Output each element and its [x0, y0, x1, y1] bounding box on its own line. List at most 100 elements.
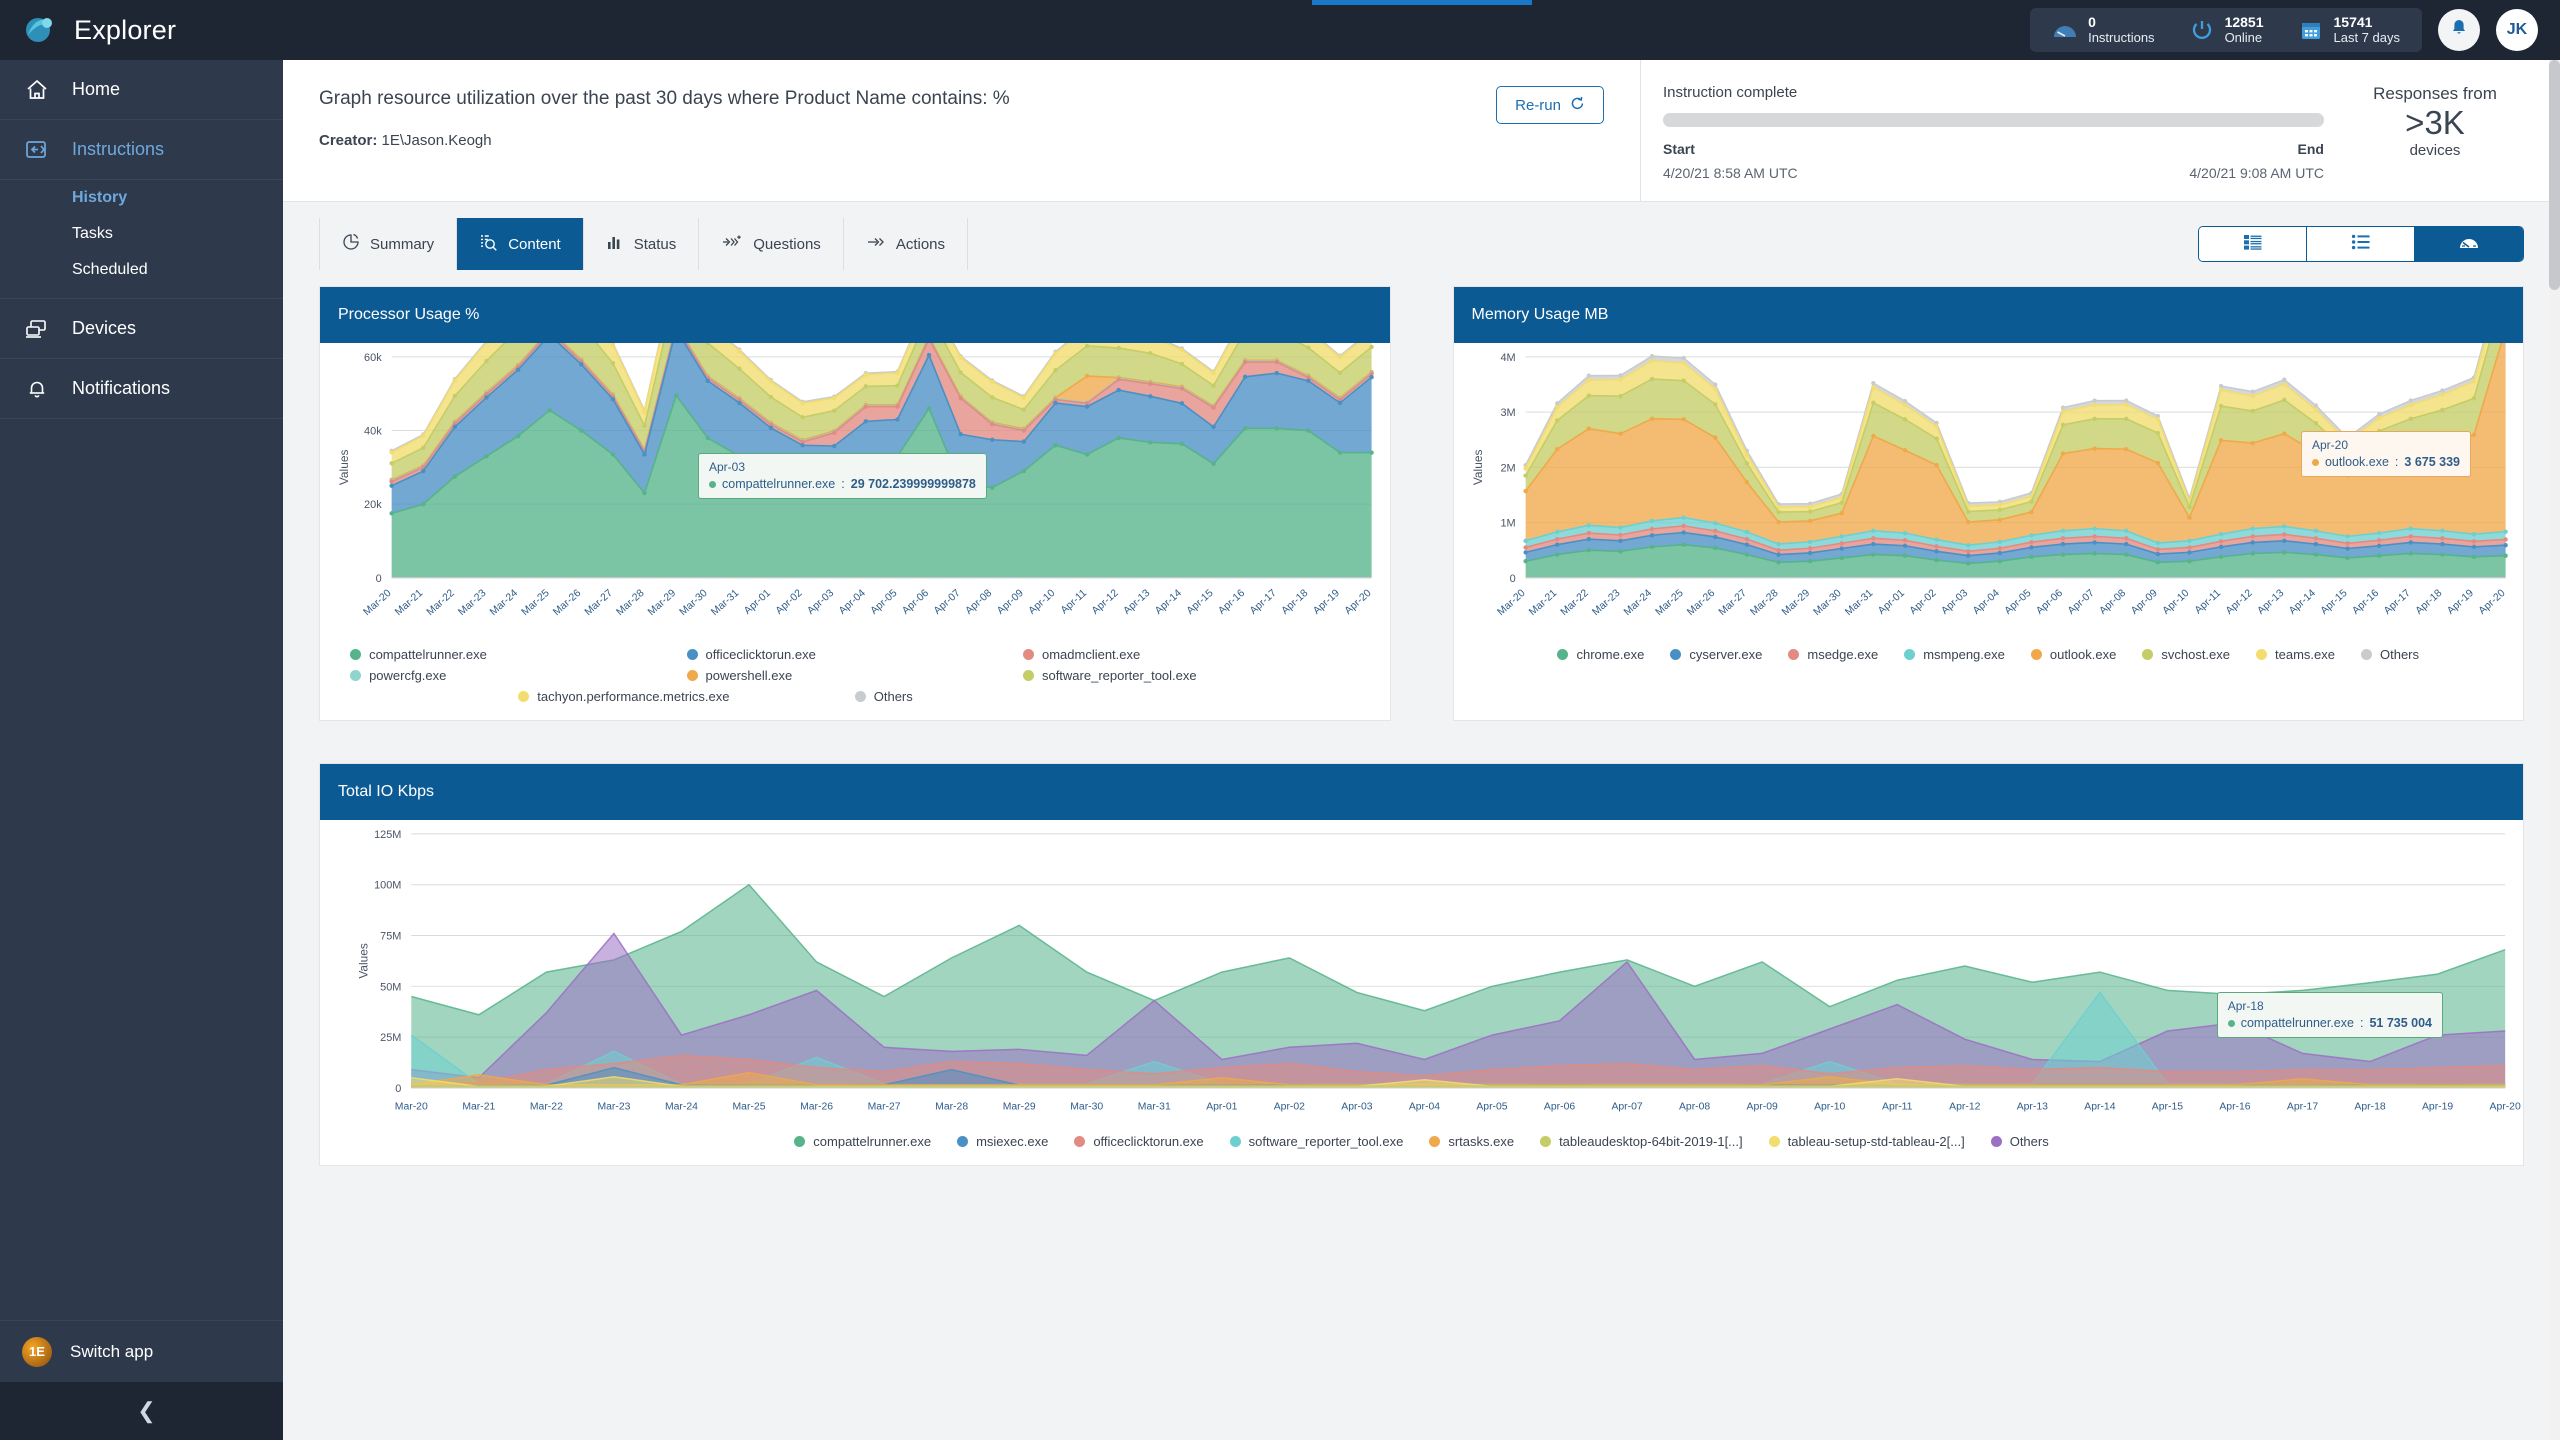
svg-text:Apr-04: Apr-04: [837, 588, 868, 617]
svg-text:Apr-15: Apr-15: [2318, 588, 2349, 617]
sidebar-collapse-button[interactable]: ❮: [0, 1382, 283, 1440]
stat-online[interactable]: 12851 Online: [2189, 14, 2264, 45]
legend-label: tableau-setup-std-tableau-2[...]: [1787, 1134, 1965, 1150]
legend-item[interactable]: srtasks.exe: [1429, 1134, 1514, 1149]
top-progress-indicator: [1311, 0, 1532, 5]
svg-text:Apr-06: Apr-06: [2034, 588, 2065, 617]
legend-color-dot: [518, 691, 530, 703]
svg-text:Mar-29: Mar-29: [646, 588, 678, 618]
svg-text:Mar-29: Mar-29: [1003, 1102, 1036, 1113]
legend-item[interactable]: compattelrunner.exe: [350, 647, 686, 662]
actions-arrows-icon: [866, 233, 886, 255]
stat-last7days[interactable]: 15741 Last 7 days: [2298, 14, 2401, 45]
legend-item[interactable]: Others: [2361, 647, 2419, 662]
legend-item[interactable]: Others: [854, 689, 1191, 704]
stat-caption: Online: [2224, 29, 2263, 45]
svg-text:Apr-04: Apr-04: [1409, 1102, 1440, 1113]
svg-text:Apr-07: Apr-07: [932, 588, 963, 617]
legend-item[interactable]: powercfg.exe: [350, 668, 686, 683]
legend-item[interactable]: msedge.exe: [1788, 647, 1878, 662]
sidebar-item-tasks[interactable]: Tasks: [0, 216, 283, 252]
stat-instructions[interactable]: 0 Instructions: [2052, 14, 2155, 45]
tab-summary[interactable]: Summary: [319, 218, 458, 270]
tab-content[interactable]: Content: [457, 218, 584, 270]
instruction-header: Graph resource utilization over the past…: [283, 60, 2560, 202]
rerun-button[interactable]: Re-run: [1496, 86, 1604, 124]
view-toggle-charts[interactable]: [2415, 227, 2523, 261]
svg-text:Mar-28: Mar-28: [1748, 588, 1780, 618]
svg-text:Apr-20: Apr-20: [2490, 1102, 2521, 1113]
legend-item[interactable]: cyserver.exe: [1670, 647, 1762, 662]
tab-label: Status: [633, 235, 677, 253]
scrollbar-thumb[interactable]: [2549, 60, 2560, 290]
legend-item[interactable]: software_reporter_tool.exe: [1229, 1134, 1403, 1149]
svg-text:Mar-23: Mar-23: [457, 588, 489, 618]
legend-item[interactable]: msmpeng.exe: [1904, 647, 2005, 662]
view-toggle-table[interactable]: [2199, 227, 2307, 261]
end-value: 4/20/21 9:08 AM UTC: [2189, 165, 2324, 181]
legend-item[interactable]: Others: [1990, 1134, 2049, 1149]
chart-body: 0 20k 40k 60k Values Mar-20 Mar-21 Mar-22 Mar-23…: [320, 343, 1390, 641]
legend-item[interactable]: powershell.exe: [686, 668, 1023, 683]
legend-item[interactable]: officeclicktorun.exe: [1074, 1134, 1204, 1149]
legend-item[interactable]: tachyon.performance.metrics.exe: [518, 689, 854, 704]
legend-item[interactable]: officeclicktorun.exe: [686, 647, 1023, 662]
svg-text:125M: 125M: [374, 829, 401, 841]
legend-color-dot: [1990, 1136, 2002, 1148]
creator-value: 1E\Jason.Keogh: [381, 132, 492, 149]
switch-app-button[interactable]: 1E Switch app: [0, 1320, 283, 1382]
svg-text:Apr-02: Apr-02: [774, 588, 805, 617]
legend-color-dot: [686, 670, 698, 682]
svg-text:Apr-13: Apr-13: [1122, 588, 1153, 617]
processor-usage-chart[interactable]: 0 20k 40k 60k Values Mar-20 Mar-21 Mar-22 Mar-23…: [320, 343, 1390, 641]
legend-item[interactable]: teams.exe: [2256, 647, 2335, 662]
svg-text:Apr-18: Apr-18: [1280, 588, 1311, 617]
legend-item[interactable]: chrome.exe: [1557, 647, 1644, 662]
legend-item[interactable]: msiexec.exe: [957, 1134, 1048, 1149]
legend-item[interactable]: svchost.exe: [2142, 647, 2230, 662]
svg-text:Apr-20: Apr-20: [1343, 588, 1374, 617]
legend-item[interactable]: compattelrunner.exe: [794, 1134, 931, 1149]
legend-label: powercfg.exe: [369, 668, 447, 684]
chart-legend: compattelrunner.exe officeclicktorun.exe o…: [320, 641, 1390, 720]
legend-item[interactable]: outlook.exe: [2030, 647, 2116, 662]
total-io-chart[interactable]: 0 25M 50M 75M 100M 125M Values Mar-20 Mar-21 Mar-…: [320, 820, 2523, 1128]
svg-text:Apr-01: Apr-01: [1206, 1102, 1237, 1113]
legend-item[interactable]: omadmclient.exe: [1022, 647, 1359, 662]
svg-text:4M: 4M: [1500, 352, 1515, 364]
legend-color-dot: [1229, 1136, 1241, 1148]
legend-item[interactable]: tableau-setup-std-tableau-2[...]: [1768, 1134, 1965, 1150]
sidebar-item-notifications[interactable]: Notifications: [0, 359, 283, 419]
sidebar-item-home[interactable]: Home: [0, 60, 283, 120]
memory-usage-chart[interactable]: 01M2M3M4MValuesMar-20 Mar-21 Mar-22 Mar-23 M…: [1454, 343, 2524, 641]
svg-text:Mar-31: Mar-31: [709, 588, 741, 618]
tab-questions[interactable]: Questions: [699, 218, 844, 270]
sidebar-item-scheduled[interactable]: Scheduled: [0, 252, 283, 288]
svg-text:Apr-13: Apr-13: [2017, 1102, 2048, 1113]
svg-text:1M: 1M: [1500, 518, 1515, 530]
svg-text:Mar-26: Mar-26: [1685, 588, 1717, 618]
view-toggle-list[interactable]: [2307, 227, 2415, 261]
svg-text:Apr-16: Apr-16: [2219, 1102, 2250, 1113]
notifications-button[interactable]: [2438, 9, 2480, 51]
vertical-scrollbar[interactable]: [2549, 60, 2560, 1440]
sidebar-item-devices[interactable]: Devices: [0, 299, 283, 359]
legend-color-dot: [1074, 1136, 1086, 1148]
legend-color-dot: [1788, 649, 1800, 661]
legend-item[interactable]: tableaudesktop-64bit-2019-1[...]: [1540, 1134, 1743, 1149]
svg-text:Apr-07: Apr-07: [2066, 588, 2097, 617]
stat-caption: Last 7 days: [2333, 29, 2401, 45]
svg-text:Apr-13: Apr-13: [2255, 588, 2286, 617]
svg-text:Mar-24: Mar-24: [1622, 588, 1654, 618]
legend-item[interactable]: software_reporter_tool.exe: [1022, 668, 1359, 683]
tab-status[interactable]: Status: [583, 218, 700, 270]
avatar[interactable]: JK: [2496, 9, 2538, 51]
sidebar-item-instructions[interactable]: Instructions: [0, 120, 283, 180]
svg-text:Mar-30: Mar-30: [1811, 588, 1843, 618]
legend-label: compattelrunner.exe: [369, 647, 487, 663]
sidebar: Explorer Home Instructions History Tasks…: [0, 0, 283, 1440]
svg-text:Apr-07: Apr-07: [1611, 1102, 1642, 1113]
summary-pie-icon: [342, 233, 360, 255]
sidebar-item-history[interactable]: History: [0, 180, 283, 216]
tab-actions[interactable]: Actions: [843, 218, 969, 270]
